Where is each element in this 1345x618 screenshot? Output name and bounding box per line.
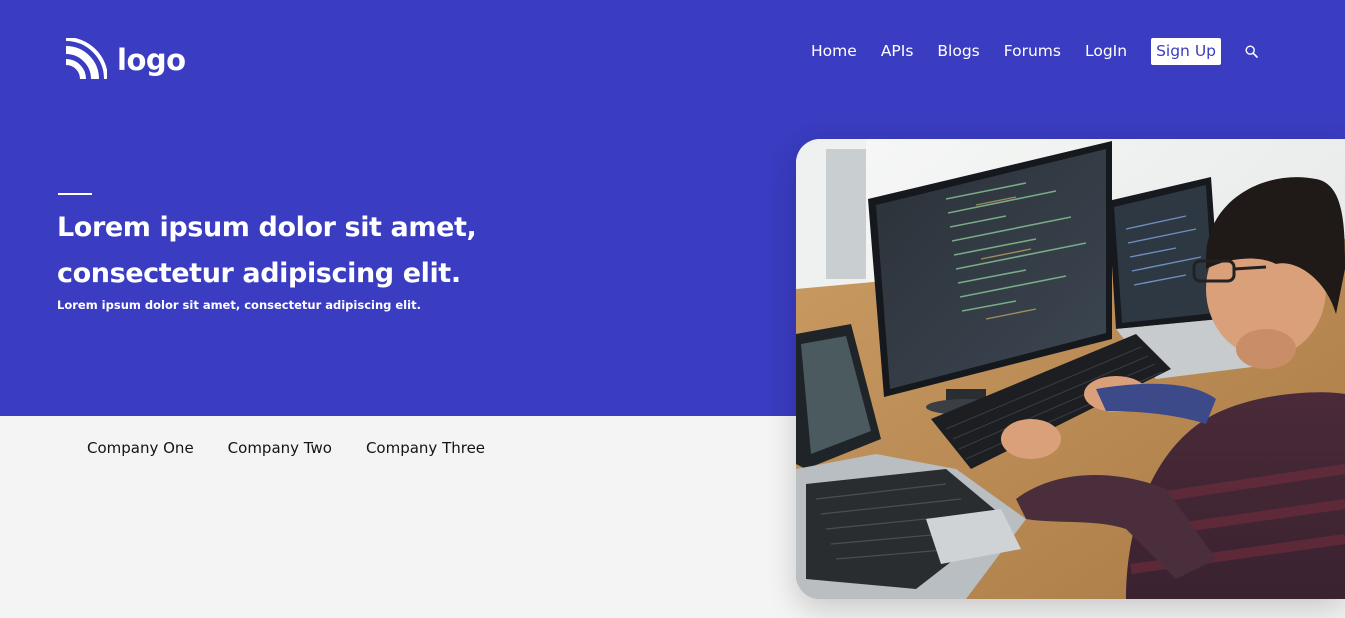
hero-title-line-1: Lorem ipsum dolor sit amet, bbox=[57, 212, 477, 243]
nav-apis-link[interactable]: APIs bbox=[881, 38, 914, 65]
company-item: Company One bbox=[87, 439, 194, 457]
company-item: Company Two bbox=[227, 439, 332, 457]
nav-login-link[interactable]: LogIn bbox=[1085, 38, 1127, 65]
developer-at-computer-photo bbox=[796, 139, 1345, 599]
company-item: Company Three bbox=[365, 439, 486, 457]
hero-subtitle: Lorem ipsum dolor sit amet, consectetur … bbox=[57, 298, 421, 312]
wifi-arcs-icon bbox=[63, 38, 107, 82]
hero-title: Lorem ipsum dolor sit amet, consectetur … bbox=[57, 205, 617, 297]
nav-forums-link[interactable]: Forums bbox=[1004, 38, 1061, 65]
search-icon[interactable] bbox=[1245, 45, 1259, 59]
nav-blogs-link[interactable]: Blogs bbox=[937, 38, 979, 65]
nav-home-link[interactable]: Home bbox=[811, 38, 857, 65]
company-list: Company One Company Two Company Three bbox=[87, 438, 519, 458]
logo[interactable]: logo bbox=[63, 38, 186, 82]
hero-title-line-2: consectetur adipiscing elit. bbox=[57, 258, 461, 289]
main-nav: Home APIs Blogs Forums LogIn Sign Up bbox=[811, 38, 1259, 65]
title-accent-line bbox=[58, 193, 92, 195]
sign-up-button[interactable]: Sign Up bbox=[1151, 38, 1221, 65]
logo-text: logo bbox=[117, 42, 186, 77]
